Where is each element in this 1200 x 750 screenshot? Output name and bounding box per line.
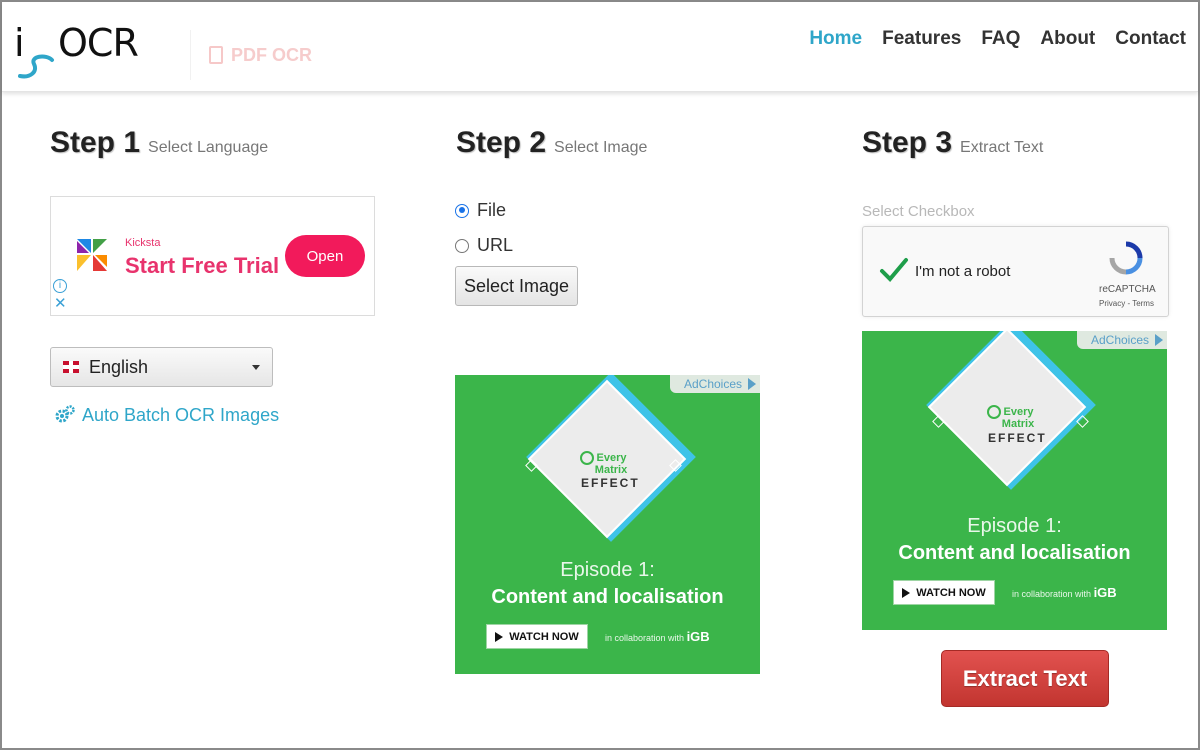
watch-now-label: WATCH NOW — [916, 586, 986, 599]
step2-subtitle: Select Image — [554, 139, 648, 156]
nav-about[interactable]: About — [1040, 28, 1095, 50]
ad-close-icon[interactable]: ✕ — [54, 296, 67, 311]
kicksta-brand: Kicksta — [125, 237, 161, 249]
auto-batch-label: Auto Batch OCR Images — [82, 404, 280, 425]
ad-collab: in collaboration with iGB — [605, 629, 710, 644]
ad-effect-label: EFFECT — [988, 431, 1047, 445]
recaptcha-brand: reCAPTCHA — [1099, 284, 1156, 295]
ad-effect-label: EFFECT — [581, 476, 640, 490]
adchoices-badge[interactable]: AdChoices — [1076, 331, 1167, 349]
everymatrix-logo: Every Matrix — [980, 405, 1040, 430]
step1-title: Step 1 — [50, 126, 141, 159]
recaptcha-logo-icon — [1109, 241, 1143, 275]
kicksta-logo-icon — [77, 239, 107, 271]
everymatrix-circle-icon — [986, 405, 1001, 419]
url-radio-label: URL — [477, 235, 514, 255]
url-radio[interactable] — [455, 238, 469, 253]
site-header: i OCR PDF OCR Home Features FAQ About Co… — [2, 2, 1198, 92]
watch-now-button[interactable]: WATCH NOW — [486, 624, 588, 649]
ad-info-icon[interactable]: i — [53, 279, 67, 293]
adchoices-badge[interactable]: AdChoices — [669, 375, 760, 393]
logo-text: OCR — [58, 21, 139, 65]
ad-subtitle: Content and localisation — [898, 542, 1131, 564]
step3-heading: Step 3 Extract Text — [862, 126, 1043, 160]
step1-subtitle: Select Language — [148, 139, 269, 156]
ad-collab: in collaboration with iGB — [1012, 585, 1117, 600]
caret-down-icon — [252, 365, 260, 370]
recaptcha-widget[interactable]: I'm not a robot reCAPTCHA Privacy - Term… — [862, 226, 1169, 317]
main-nav: Home Features FAQ About Contact — [809, 28, 1186, 50]
everymatrix-circle-icon — [579, 451, 594, 465]
radio-file-option[interactable]: File — [455, 200, 506, 221]
logo-swoosh-icon — [18, 54, 54, 79]
recaptcha-terms-link[interactable]: Privacy - Terms — [1099, 299, 1154, 308]
ad-episode: Episode 1: — [967, 515, 1062, 537]
gears-icon — [55, 405, 75, 423]
auto-batch-link[interactable]: Auto Batch OCR Images — [54, 404, 279, 426]
everymatrix-logo: Every Matrix — [573, 451, 633, 476]
step1-heading: Step 1 Select Language — [50, 126, 268, 160]
pdf-file-icon — [209, 46, 223, 64]
select-checkbox-label: Select Checkbox — [862, 203, 975, 220]
everymatrix-ad-middle[interactable]: AdChoices Every Matrix EFFECT Episode 1: … — [455, 375, 760, 674]
language-value: English — [89, 356, 149, 377]
nav-home[interactable]: Home — [809, 28, 862, 50]
step2-title: Step 2 — [456, 126, 547, 159]
kicksta-ad[interactable]: Kicksta Start Free Trial Open i ✕ — [50, 196, 375, 316]
nav-faq[interactable]: FAQ — [981, 28, 1020, 50]
checkmark-icon[interactable] — [879, 255, 909, 285]
radio-url-option[interactable]: URL — [455, 235, 513, 256]
kicksta-cta: Start Free Trial — [125, 253, 280, 278]
extract-text-button[interactable]: Extract Text — [941, 650, 1109, 707]
ad-episode: Episode 1: — [560, 559, 655, 581]
step2-heading: Step 2 Select Image — [456, 126, 647, 160]
pdf-ocr-link[interactable]: PDF OCR — [190, 30, 330, 80]
kicksta-open-button[interactable]: Open — [285, 235, 365, 277]
play-icon — [902, 587, 911, 598]
watch-now-button[interactable]: WATCH NOW — [893, 580, 995, 605]
recaptcha-label: I'm not a robot — [915, 263, 1011, 280]
everymatrix-ad-right[interactable]: AdChoices Every Matrix EFFECT Episode 1: … — [862, 331, 1167, 630]
file-radio[interactable] — [455, 203, 469, 218]
step3-title: Step 3 — [862, 126, 953, 159]
pdf-ocr-label: PDF OCR — [231, 44, 312, 65]
ad-subtitle: Content and localisation — [491, 586, 724, 608]
play-icon — [495, 631, 504, 642]
nav-contact[interactable]: Contact — [1115, 28, 1186, 50]
file-radio-label: File — [477, 200, 507, 220]
watch-now-label: WATCH NOW — [509, 630, 579, 643]
nav-features[interactable]: Features — [882, 28, 961, 50]
language-select[interactable]: English — [50, 347, 273, 387]
site-logo[interactable]: i OCR — [14, 22, 154, 84]
select-image-button[interactable]: Select Image — [455, 266, 578, 306]
uk-flag-icon — [63, 361, 79, 373]
step3-subtitle: Extract Text — [960, 139, 1044, 156]
